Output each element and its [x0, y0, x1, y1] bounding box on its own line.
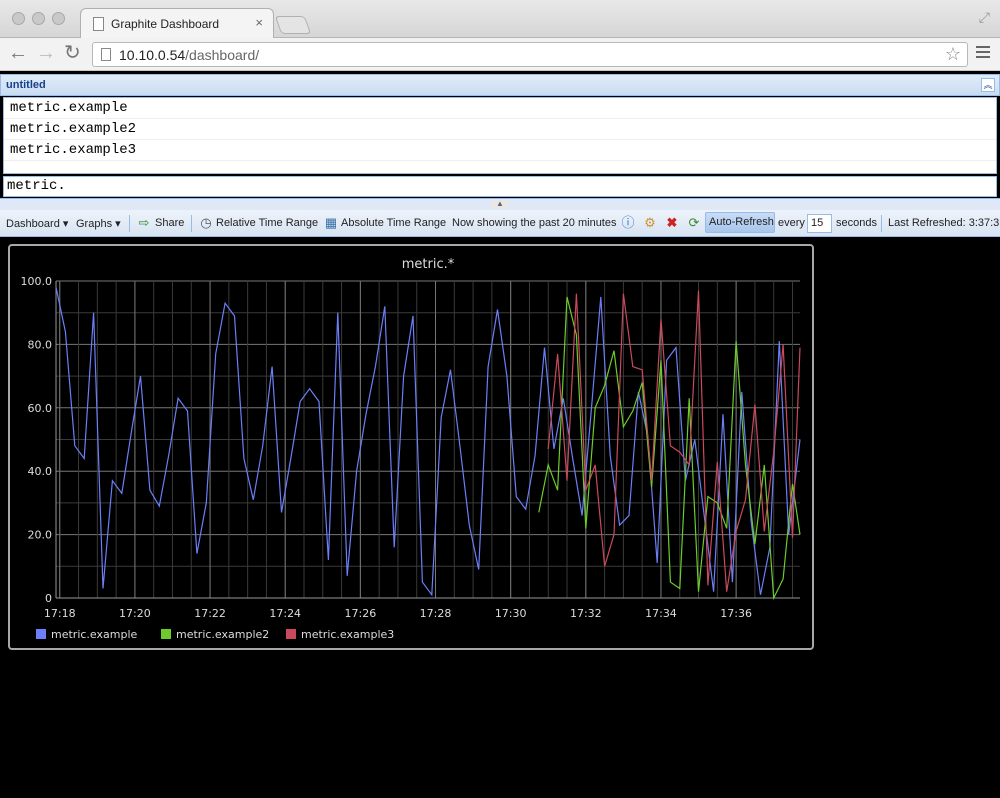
legend-swatch [161, 629, 171, 639]
x-tick-label: 17:28 [420, 607, 452, 620]
y-tick-label: 60.0 [28, 402, 53, 415]
legend-label: metric.example2 [176, 628, 269, 641]
forward-icon[interactable]: → [36, 43, 56, 63]
dashboard-menu[interactable]: Dashboard ▾ [6, 217, 68, 230]
x-tick-label: 17:36 [720, 607, 752, 620]
share-icon: ⇨ [138, 215, 150, 230]
x-tick-label: 17:20 [119, 607, 151, 620]
x-tick-label: 17:24 [269, 607, 301, 620]
last-refreshed-text: Last Refreshed: 3:37:3 [888, 217, 1000, 229]
minimize-window-button[interactable] [32, 12, 45, 25]
relative-time-button[interactable]: Relative Time Range [216, 217, 318, 229]
y-tick-label: 0 [45, 592, 52, 605]
dashboard-toolbar: Dashboard ▾ Graphs ▾ ⇨ Share ◷ Relative … [0, 210, 1000, 237]
browser-tabbar: Graphite Dashboard × ⤢ [0, 0, 1000, 39]
series-line-1 [55, 287, 801, 597]
menu-icon[interactable] [976, 46, 990, 61]
y-tick-label: 100.0 [21, 275, 53, 288]
refresh-interval-input[interactable]: 15 [807, 214, 832, 233]
graph-panel[interactable]: metric.* 17:18 17:20 17:22 17:24 17:26 17:28 17… [8, 244, 814, 650]
list-item[interactable]: metric.example3 [4, 140, 996, 161]
panel-title: untitled [6, 79, 46, 91]
toolbar-divider [191, 215, 192, 232]
legend-label: metric.example [51, 628, 137, 641]
address-bar[interactable]: 10.10.0.54/dashboard/ ☆ [92, 42, 968, 67]
close-tab-icon[interactable]: × [255, 15, 263, 30]
time-range-status: Now showing the past 20 minutes [452, 217, 617, 229]
x-tick-label: 17:30 [495, 607, 527, 620]
x-tick-label: 17:18 [44, 607, 76, 620]
graphs-menu[interactable]: Graphs ▾ [76, 217, 121, 230]
toolbar-divider [129, 215, 130, 232]
metric-completion-list: metric.example metric.example2 metric.ex… [3, 97, 997, 174]
x-tick-label: 17:34 [645, 607, 677, 620]
document-icon [93, 17, 104, 31]
legend-label: metric.example3 [301, 628, 394, 641]
zoom-window-button[interactable] [52, 12, 65, 25]
absolute-time-button[interactable]: Absolute Time Range [341, 217, 446, 229]
collapse-icon[interactable]: ︽ [981, 78, 995, 92]
gear-icon[interactable]: ⚙ [642, 215, 658, 231]
auto-refresh-toggle[interactable]: Auto-Refresh [705, 212, 775, 233]
y-tick-label: 20.0 [28, 529, 53, 542]
legend-swatch [286, 629, 296, 639]
panel-splitter[interactable]: ▲ [0, 198, 1000, 210]
back-icon[interactable]: ← [8, 43, 28, 63]
x-tick-label: 17:32 [570, 607, 602, 620]
y-tick-label: 40.0 [28, 465, 53, 478]
close-window-button[interactable] [12, 12, 25, 25]
refresh-icon[interactable]: ⟳ [686, 215, 702, 231]
series-line-2 [538, 296, 801, 601]
page-icon [101, 48, 111, 61]
y-tick-label: 80.0 [28, 338, 53, 351]
clock-icon: ◷ [200, 215, 212, 230]
list-item[interactable]: metric.example2 [4, 119, 996, 140]
calendar-icon: ▦ [324, 215, 338, 230]
line-chart: metric.* 17:18 17:20 17:22 17:24 17:26 17:28 17… [21, 257, 801, 641]
url-text: 10.10.0.54/dashboard/ [119, 47, 260, 63]
browser-tab[interactable]: Graphite Dashboard × [80, 8, 274, 39]
panel-header: untitled ︽ [0, 74, 1000, 96]
share-button[interactable]: Share [155, 217, 184, 229]
metric-input[interactable]: metric. [3, 176, 997, 197]
seconds-label: seconds [836, 217, 877, 229]
legend-swatch [36, 629, 46, 639]
tab-title: Graphite Dashboard [111, 17, 220, 31]
bookmark-star-icon[interactable]: ☆ [945, 44, 961, 65]
close-icon[interactable]: ✖ [664, 215, 680, 231]
browser-toolbar: ← → ↻ 10.10.0.54/dashboard/ ☆ [0, 38, 1000, 71]
x-tick-label: 17:22 [194, 607, 226, 620]
new-tab-button[interactable] [274, 16, 312, 34]
list-item[interactable]: metric.example [4, 98, 996, 119]
fullscreen-icon[interactable]: ⤢ [979, 9, 990, 26]
every-label: every [778, 217, 805, 229]
splitter-arrow-icon[interactable]: ▲ [490, 199, 510, 208]
toolbar-divider [881, 215, 882, 232]
chart-title: metric.* [402, 257, 455, 272]
reload-icon[interactable]: ↻ [64, 43, 81, 63]
info-icon[interactable]: ⓘ [620, 215, 636, 231]
x-tick-label: 17:26 [345, 607, 377, 620]
